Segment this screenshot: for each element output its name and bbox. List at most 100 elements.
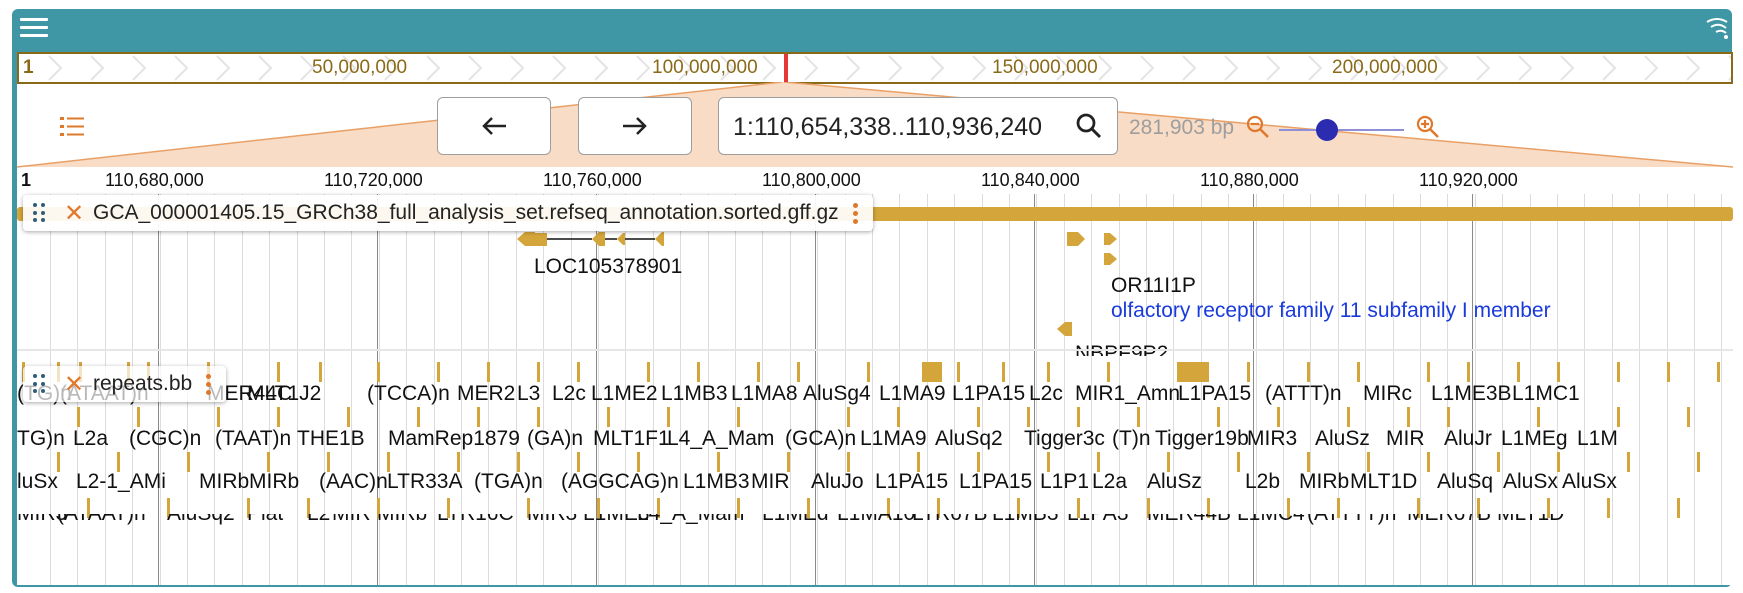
- repeat-label[interactable]: MIR3: [527, 514, 577, 526]
- repeat-label[interactable]: L2a: [1092, 470, 1127, 494]
- repeat-feature[interactable]: [1627, 452, 1630, 472]
- repeat-label[interactable]: L2-1_AMi: [76, 470, 166, 494]
- repeat-label[interactable]: MIR: [751, 470, 790, 494]
- repeat-label[interactable]: Tigger3c: [1024, 427, 1105, 451]
- repeat-label[interactable]: L1MB3: [661, 382, 728, 406]
- repeat-feature[interactable]: [1427, 362, 1430, 382]
- repeat-feature[interactable]: [1557, 452, 1560, 472]
- repeat-feature[interactable]: [267, 452, 270, 472]
- repeat-label[interactable]: MIRb: [249, 470, 299, 494]
- repeat-label[interactable]: MIRb: [1299, 470, 1349, 494]
- repeat-label[interactable]: (ATTTT)n: [1307, 514, 1396, 526]
- repeat-feature[interactable]: [1357, 362, 1360, 382]
- repeat-feature[interactable]: [377, 362, 380, 382]
- repeat-label[interactable]: (AAC)n: [319, 470, 388, 494]
- repeat-label[interactable]: MamRep1879: [388, 427, 520, 451]
- repeat-feature[interactable]: [1137, 407, 1140, 427]
- repeat-feature[interactable]: [847, 407, 850, 427]
- repeat-feature[interactable]: [577, 452, 580, 472]
- repeat-label[interactable]: L1MEd: [762, 514, 829, 526]
- repeat-label[interactable]: L1MA8: [731, 382, 798, 406]
- repeat-feature[interactable]: [347, 407, 350, 427]
- location-search-box[interactable]: 1:110,654,338..110,936,240: [718, 97, 1118, 155]
- repeat-label[interactable]: THE1B: [297, 427, 365, 451]
- repeat-feature[interactable]: [977, 452, 980, 472]
- repeat-feature[interactable]: [1247, 362, 1250, 382]
- repeat-feature[interactable]: [57, 452, 60, 472]
- repeat-label[interactable]: L1PA3: [1067, 514, 1129, 526]
- repeat-feature[interactable]: [1467, 362, 1470, 382]
- repeat-feature[interactable]: [797, 362, 800, 382]
- chromosome-overview[interactable]: 1 50,000,000 100,000,000 150,000,000 200…: [17, 52, 1733, 84]
- repeat-feature[interactable]: [1717, 362, 1720, 382]
- repeat-label[interactable]: AluJr: [1444, 427, 1492, 451]
- repeat-label[interactable]: MLT1D: [1350, 470, 1417, 494]
- repeat-feature[interactable]: [1097, 452, 1100, 472]
- repeat-feature[interactable]: [1407, 407, 1410, 427]
- repeat-feature[interactable]: [277, 407, 280, 427]
- repeat-label[interactable]: AluSq2: [935, 427, 1003, 451]
- repeat-label[interactable]: L1ME3B: [1431, 382, 1512, 406]
- repeat-feature[interactable]: [867, 362, 870, 382]
- repeat-label[interactable]: Plat: [247, 514, 283, 526]
- repeat-feature[interactable]: [537, 362, 540, 382]
- repeat-label[interactable]: L4_A_Mam: [637, 514, 744, 526]
- repeat-label[interactable]: L2b: [1245, 470, 1280, 494]
- track-list-icon[interactable]: [59, 115, 85, 137]
- repeat-feature[interactable]: [757, 362, 760, 382]
- repeat-feature[interactable]: [1167, 452, 1170, 472]
- repeat-label[interactable]: MER67B: [1407, 514, 1491, 526]
- repeat-label[interactable]: MER2: [457, 382, 515, 406]
- app-logo-icon[interactable]: [1704, 16, 1730, 40]
- repeat-label[interactable]: L3: [517, 382, 540, 406]
- forward-button[interactable]: [578, 97, 692, 155]
- repeat-feature[interactable]: [1617, 362, 1620, 382]
- repeat-feature[interactable]: [1077, 407, 1080, 427]
- repeat-label[interactable]: L1MA10: [837, 514, 915, 526]
- repeat-feature[interactable]: [477, 407, 480, 427]
- repeat-feature[interactable]: [637, 452, 640, 472]
- search-icon[interactable]: [1075, 112, 1103, 140]
- repeat-feature[interactable]: [922, 362, 942, 382]
- repeat-label[interactable]: L1PA15: [1178, 382, 1251, 406]
- repeat-feature[interactable]: [977, 407, 980, 427]
- repeat-label[interactable]: (CGC)n: [129, 427, 201, 451]
- repeat-feature[interactable]: [487, 362, 490, 382]
- repeat-feature[interactable]: [417, 407, 420, 427]
- back-button[interactable]: [437, 97, 551, 155]
- repeat-feature[interactable]: [717, 452, 720, 472]
- repeat-label[interactable]: L1PA15: [952, 382, 1025, 406]
- repeat-label[interactable]: (GA)n: [527, 427, 583, 451]
- repeat-feature[interactable]: [1002, 362, 1005, 382]
- repeat-label[interactable]: AluSq2: [167, 514, 235, 526]
- repeat-label[interactable]: MIRb: [199, 470, 249, 494]
- track-label-genes[interactable]: ✕ GCA_000001405.15_GRCh38_full_analysis_…: [23, 195, 873, 231]
- repeat-feature[interactable]: [667, 407, 670, 427]
- repeat-label[interactable]: (ATTT)n: [1265, 382, 1342, 406]
- track-menu-icon[interactable]: [206, 373, 212, 395]
- repeat-feature[interactable]: [1697, 452, 1700, 472]
- repeat-label[interactable]: MLT1F1: [593, 427, 670, 451]
- gene-label[interactable]: OR11I1P: [1111, 274, 1196, 298]
- repeat-feature[interactable]: [1237, 452, 1240, 472]
- repeat-feature[interactable]: [217, 407, 220, 427]
- repeat-label[interactable]: MIR3: [1247, 427, 1297, 451]
- repeat-feature[interactable]: [77, 407, 80, 427]
- repeat-label[interactable]: LTR67B: [912, 514, 987, 526]
- repeat-label[interactable]: (ATAAT)n: [57, 514, 146, 526]
- close-icon[interactable]: ✕: [63, 370, 85, 399]
- repeat-feature[interactable]: [787, 452, 790, 472]
- repeat-label[interactable]: (T)n: [1112, 427, 1151, 451]
- repeat-feature[interactable]: [1107, 362, 1110, 382]
- repeat-label[interactable]: AluSq: [1437, 470, 1493, 494]
- repeat-feature[interactable]: [697, 362, 700, 382]
- repeat-label[interactable]: LTR16C: [437, 514, 514, 526]
- repeat-label[interactable]: (TGA)n: [474, 470, 543, 494]
- location-input[interactable]: 1:110,654,338..110,936,240: [733, 113, 1042, 142]
- repeat-label[interactable]: MIR1_Amn: [1075, 382, 1180, 406]
- repeat-label[interactable]: MIR: [332, 514, 371, 526]
- repeat-feature[interactable]: [1347, 407, 1350, 427]
- track-menu-icon[interactable]: [852, 202, 859, 224]
- repeat-feature[interactable]: [1367, 452, 1370, 472]
- repeat-feature[interactable]: [647, 362, 650, 382]
